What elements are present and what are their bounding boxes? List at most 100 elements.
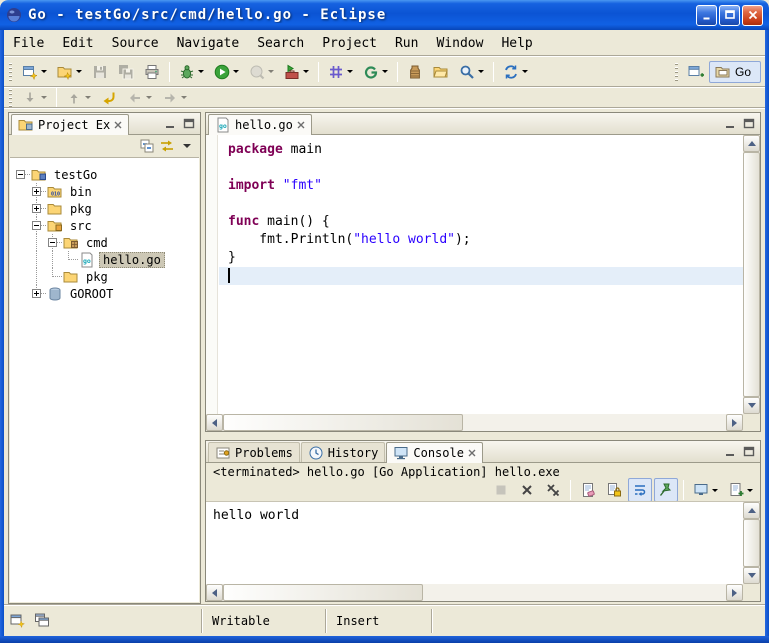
fast-view-icon[interactable] <box>10 612 26 628</box>
terminate-button[interactable] <box>489 478 513 502</box>
toolbar-grip[interactable] <box>9 89 12 107</box>
scroll-right-button[interactable] <box>726 414 743 431</box>
open-console-button[interactable] <box>724 478 757 502</box>
collapse-all-button[interactable] <box>137 137 157 155</box>
pin-console-button[interactable] <box>654 478 678 502</box>
open-perspective-button[interactable] <box>684 60 708 84</box>
close-button[interactable] <box>742 5 763 26</box>
profile-button[interactable] <box>245 60 278 84</box>
tab-console[interactable]: Console <box>386 442 483 463</box>
menu-source[interactable]: Source <box>103 33 168 54</box>
tab-history[interactable]: History <box>301 442 386 462</box>
expander-icon[interactable] <box>46 234 62 251</box>
editor-vertical-scrollbar[interactable] <box>743 135 760 414</box>
expander-icon[interactable] <box>14 166 30 183</box>
menu-search[interactable]: Search <box>248 33 313 54</box>
tab-project-explorer[interactable]: Project Ex <box>11 114 129 135</box>
go-perspective-button[interactable]: Go <box>709 61 761 83</box>
display-selected-console-button[interactable] <box>689 478 722 502</box>
new-wizard-button[interactable] <box>18 60 51 84</box>
menu-window[interactable]: Window <box>427 33 492 54</box>
scroll-left-button[interactable] <box>206 414 223 431</box>
scroll-left-button[interactable] <box>206 584 223 601</box>
menu-project[interactable]: Project <box>313 33 386 54</box>
scroll-right-button[interactable] <box>726 584 743 601</box>
expander-icon[interactable] <box>30 285 46 302</box>
expander-icon[interactable] <box>30 183 46 200</box>
run-button[interactable] <box>210 60 243 84</box>
debug-button[interactable] <box>175 60 208 84</box>
search-button[interactable] <box>455 60 488 84</box>
link-with-editor-button[interactable] <box>157 137 177 155</box>
close-tab-icon[interactable] <box>297 121 305 129</box>
maximize-view-button[interactable] <box>740 443 757 460</box>
external-tools-button[interactable] <box>280 60 313 84</box>
expander-icon[interactable] <box>30 217 46 234</box>
tab-problems[interactable]: Problems <box>208 442 300 462</box>
console-horizontal-scrollbar[interactable] <box>206 584 743 601</box>
maximize-view-button[interactable] <box>180 115 197 132</box>
maximize-button[interactable] <box>719 5 740 26</box>
go-build-button[interactable] <box>324 60 357 84</box>
scroll-up-button[interactable] <box>743 502 760 519</box>
remove-launch-button[interactable] <box>515 478 539 502</box>
word-wrap-button[interactable] <box>628 478 652 502</box>
tree-item-hello-go[interactable]: go hello.go <box>10 251 199 268</box>
menu-run[interactable]: Run <box>386 33 427 54</box>
console-output[interactable]: hello world <box>206 502 743 584</box>
scrollbar-thumb[interactable] <box>223 414 463 431</box>
code-area[interactable]: package main import "fmt" func main() { … <box>219 135 743 414</box>
tree-item-src[interactable]: src <box>10 217 199 234</box>
toolbar-grip[interactable] <box>9 63 12 81</box>
tree-item-goroot[interactable]: GOROOT <box>10 285 199 302</box>
close-view-icon[interactable] <box>114 121 122 129</box>
forward-button[interactable] <box>158 89 191 107</box>
scroll-up-button[interactable] <box>743 135 760 152</box>
synchronize-button[interactable] <box>499 60 532 84</box>
expander-icon[interactable] <box>30 200 46 217</box>
scroll-down-button[interactable] <box>743 567 760 584</box>
minimize-button[interactable] <box>696 5 717 26</box>
tree-item-bin[interactable]: 010 bin <box>10 183 199 200</box>
perspective-bar-grip[interactable] <box>675 63 678 81</box>
scroll-down-button[interactable] <box>743 397 760 414</box>
next-annotation-button[interactable] <box>18 89 51 107</box>
go-g-button[interactable] <box>359 60 392 84</box>
tab-hello-go[interactable]: go hello.go <box>208 114 312 135</box>
view-menu-button[interactable] <box>177 137 197 155</box>
tree-item-pkg-src[interactable]: pkg <box>10 268 199 285</box>
tree-item-pkg[interactable]: pkg <box>10 200 199 217</box>
scrollbar-thumb[interactable] <box>743 152 760 397</box>
scroll-lock-button[interactable] <box>602 478 626 502</box>
editor-horizontal-scrollbar[interactable] <box>206 414 743 431</box>
window-titlebar[interactable]: Go - testGo/src/cmd/hello.go - Eclipse <box>0 0 769 30</box>
tree-item-cmd[interactable]: cmd <box>10 234 199 251</box>
menu-file[interactable]: File <box>4 33 53 54</box>
menu-help[interactable]: Help <box>492 33 541 54</box>
minimize-view-button[interactable] <box>721 115 738 132</box>
print-button[interactable] <box>140 60 164 84</box>
open-folder-button[interactable] <box>429 60 453 84</box>
console-vertical-scrollbar[interactable] <box>743 502 760 584</box>
save-all-button[interactable] <box>114 60 138 84</box>
previous-annotation-button[interactable] <box>62 89 95 107</box>
remove-all-launches-button[interactable] <box>541 478 565 502</box>
minimize-view-button[interactable] <box>721 443 738 460</box>
archive-import-button[interactable] <box>403 60 427 84</box>
maximize-view-button[interactable] <box>740 115 757 132</box>
annotation-ruler[interactable] <box>206 135 218 414</box>
minimize-view-button[interactable] <box>161 115 178 132</box>
save-button[interactable] <box>88 60 112 84</box>
close-tab-icon[interactable] <box>468 449 476 457</box>
scrollbar-thumb[interactable] <box>223 584 423 601</box>
explorer-view-toolbar <box>9 135 200 157</box>
clear-console-button[interactable] <box>576 478 600 502</box>
menu-navigate[interactable]: Navigate <box>168 33 249 54</box>
menu-edit[interactable]: Edit <box>53 33 102 54</box>
scrollbar-thumb[interactable] <box>743 519 760 567</box>
last-edit-location-button[interactable] <box>97 89 121 107</box>
back-button[interactable] <box>123 89 156 107</box>
new-element-button[interactable] <box>53 60 86 84</box>
tree-item-testgo[interactable]: testGo <box>10 166 199 183</box>
trim-views-icon[interactable] <box>34 612 50 628</box>
